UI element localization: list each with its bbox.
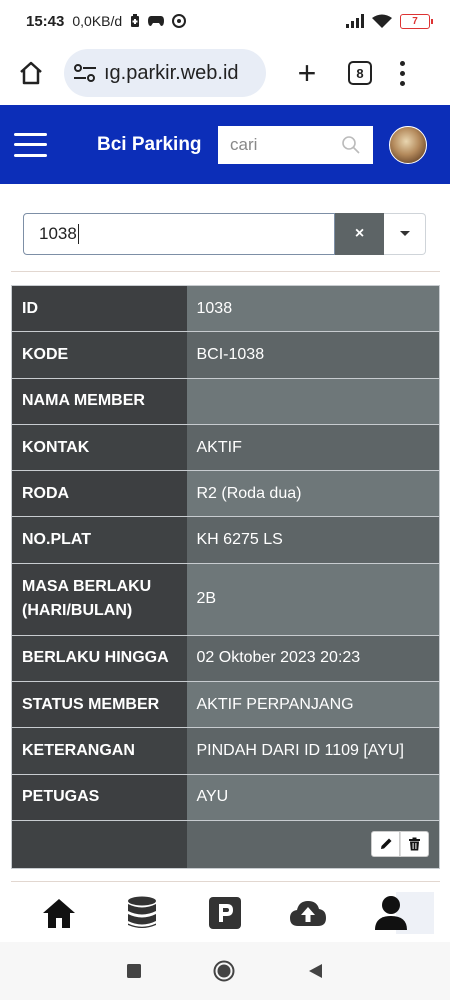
caret-down-icon <box>399 231 410 236</box>
nav-database[interactable] <box>100 884 183 942</box>
status-time: 15:43 <box>26 12 65 30</box>
home-circle-icon[interactable] <box>213 960 235 982</box>
back-icon[interactable] <box>307 963 323 979</box>
browser-menu-button[interactable] <box>398 60 406 86</box>
tab-count: 8 <box>356 65 364 81</box>
row-label: STATUS MEMBER <box>11 681 187 728</box>
search-box[interactable] <box>218 125 373 164</box>
cloud-upload-icon <box>289 901 326 926</box>
edit-button[interactable] <box>371 831 400 858</box>
row-value: 2B <box>186 562 440 636</box>
row-value: PINDAH DARI ID 1109 [AYU] <box>186 727 440 775</box>
row-value: BCI-1038 <box>186 331 440 379</box>
app-title: Bci Parking <box>97 133 202 155</box>
row-label: KETERANGAN <box>11 727 187 775</box>
row-label: RODA <box>11 470 187 517</box>
row-berlaku-hingga: BERLAKU HINGGA 02 Oktober 2023 20:23 <box>11 634 440 682</box>
row-value: AKTIF <box>186 423 440 471</box>
row-label: MASA BERLAKU (HARI/BULAN) <box>11 562 187 636</box>
row-no-plat: NO.PLAT KH 6275 LS <box>11 516 440 564</box>
nav-upload[interactable] <box>266 884 349 942</box>
trash-icon <box>409 837 420 851</box>
row-label: BERLAKU HINGGA <box>11 634 187 682</box>
url-text: ıg.parkir.web.id <box>104 61 239 84</box>
nav-profile[interactable] <box>349 884 434 942</box>
row-label: NAMA MEMBER <box>11 377 187 425</box>
row-label: KONTAK <box>11 423 187 471</box>
nav-parking[interactable] <box>183 884 266 942</box>
clear-icon: × <box>354 225 365 242</box>
member-select-text: 1038 <box>39 224 77 243</box>
battery-level: 7 <box>412 15 418 27</box>
bottom-navigation <box>0 884 450 942</box>
divider <box>11 271 440 272</box>
row-actions-cell <box>186 819 440 869</box>
dropdown-toggle-button[interactable] <box>384 213 426 255</box>
member-select-value[interactable]: 1038 <box>23 213 335 255</box>
search-input[interactable] <box>230 134 330 155</box>
home-button[interactable] <box>16 58 46 88</box>
row-roda: RODA R2 (Roda dua) <box>11 470 440 517</box>
row-id: ID 1038 <box>11 284 440 332</box>
row-value: 1038 <box>186 284 440 332</box>
delete-button[interactable] <box>400 831 429 858</box>
row-value: KH 6275 LS <box>186 516 440 564</box>
user-avatar[interactable] <box>389 125 427 164</box>
new-tab-button[interactable]: + <box>292 57 322 89</box>
hamburger-menu-icon[interactable] <box>14 132 47 157</box>
search-icon[interactable] <box>341 135 361 155</box>
game-controller-icon <box>148 16 165 26</box>
row-status-member: STATUS MEMBER AKTIF PERPANJANG <box>11 681 440 728</box>
home-outline-icon <box>20 61 42 85</box>
row-petugas: PETUGAS AYU <box>11 773 440 821</box>
battery-icon: 7 <box>400 13 433 29</box>
address-bar[interactable]: ıg.parkir.web.id <box>64 49 266 97</box>
home-icon <box>42 899 75 928</box>
status-bar: 15:43 0,0KB/d 7 <box>0 0 450 42</box>
browser-toolbar: ıg.parkir.web.id + 8 <box>0 42 450 104</box>
row-label: NO.PLAT <box>11 516 187 564</box>
database-icon <box>127 896 156 928</box>
member-detail-table: ID 1038 KODE BCI-1038 NAMA MEMBER KONTAK… <box>11 284 440 869</box>
site-settings-icon <box>74 64 96 82</box>
member-select[interactable]: 1038 × <box>23 213 426 255</box>
row-label-empty <box>11 819 187 869</box>
row-label: KODE <box>11 331 187 379</box>
nav-home[interactable] <box>17 884 100 942</box>
divider <box>11 881 440 882</box>
row-label: PETUGAS <box>11 773 187 821</box>
action-button-group <box>197 831 429 858</box>
battery-saver-icon <box>131 14 140 27</box>
recent-apps-icon[interactable] <box>127 964 141 978</box>
row-keterangan: KETERANGAN PINDAH DARI ID 1109 [AYU] <box>11 727 440 775</box>
app-header: Bci Parking <box>0 105 450 184</box>
row-value: AKTIF PERPANJANG <box>186 681 440 728</box>
pencil-icon <box>380 838 391 850</box>
row-value: 02 Oktober 2023 20:23 <box>186 634 440 682</box>
row-label: ID <box>11 284 187 332</box>
wifi-icon <box>372 14 392 28</box>
row-nama-member: NAMA MEMBER <box>11 377 440 425</box>
row-kode: KODE BCI-1038 <box>11 331 440 379</box>
row-value: R2 (Roda dua) <box>186 470 440 517</box>
vpn-icon <box>172 14 187 28</box>
net-speed: 0,0KB/d <box>72 13 123 29</box>
signal-icon <box>346 14 364 28</box>
user-icon <box>374 896 407 930</box>
row-masa-berlaku: MASA BERLAKU (HARI/BULAN) 2B <box>11 562 440 636</box>
row-actions <box>11 819 440 869</box>
row-kontak: KONTAK AKTIF <box>11 423 440 471</box>
system-navigation-bar <box>0 942 450 1000</box>
tab-switcher-button[interactable]: 8 <box>348 61 372 85</box>
clear-selection-button[interactable]: × <box>335 213 384 255</box>
row-value: AYU <box>186 773 440 821</box>
parking-icon <box>208 897 241 929</box>
row-value <box>186 377 440 425</box>
